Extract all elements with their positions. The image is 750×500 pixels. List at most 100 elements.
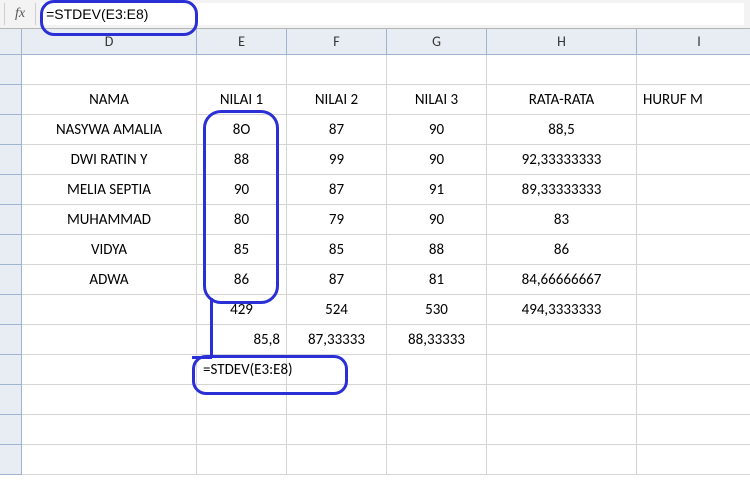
col-header-I[interactable]: I	[637, 29, 750, 55]
cell[interactable]	[197, 55, 287, 85]
row-header[interactable]	[0, 55, 22, 85]
cell-nama[interactable]: MUHAMMAD	[22, 205, 197, 235]
cell-nilai3[interactable]: 91	[387, 175, 487, 205]
col-header-E[interactable]: E	[197, 29, 287, 55]
cell[interactable]	[287, 445, 387, 475]
cell[interactable]	[637, 235, 750, 265]
cell-nilai2[interactable]: 87	[287, 175, 387, 205]
cell-sum-g[interactable]: 530	[387, 295, 487, 325]
cell[interactable]	[387, 415, 487, 445]
cell-nama[interactable]: VIDYA	[22, 235, 197, 265]
col-header-F[interactable]: F	[287, 29, 387, 55]
cell[interactable]	[22, 295, 197, 325]
cell[interactable]	[637, 175, 750, 205]
cell-nilai3[interactable]: 90	[387, 145, 487, 175]
cell[interactable]	[637, 325, 750, 355]
cell[interactable]	[22, 55, 197, 85]
cell-nama[interactable]: NASYWA AMALIA	[22, 115, 197, 145]
cell-nilai3[interactable]: 90	[387, 115, 487, 145]
row-header[interactable]	[0, 205, 22, 235]
cell-nilai2[interactable]: 99	[287, 145, 387, 175]
header-huruf[interactable]: HURUF M	[637, 85, 750, 115]
spreadsheet-grid[interactable]: D E F G H I NAMA NILAI 1 NILAI 2 NILAI 3…	[0, 29, 750, 475]
row-header[interactable]	[0, 265, 22, 295]
cell-nilai1[interactable]: 85	[197, 235, 287, 265]
cell-nilai3[interactable]: 81	[387, 265, 487, 295]
cell-rata[interactable]: 92,33333333	[487, 145, 637, 175]
row-header[interactable]	[0, 355, 22, 385]
col-header-H[interactable]: H	[487, 29, 637, 55]
cell[interactable]	[487, 325, 637, 355]
row-header[interactable]	[0, 385, 22, 415]
cell-nama[interactable]: ADWA	[22, 265, 197, 295]
row-header[interactable]	[0, 325, 22, 355]
cell[interactable]	[637, 115, 750, 145]
cell-nilai3[interactable]: 90	[387, 205, 487, 235]
cell[interactable]	[637, 355, 750, 385]
cell-sum-e[interactable]: 429	[197, 295, 287, 325]
cell-avg-f[interactable]: 87,33333	[287, 325, 387, 355]
cell-nilai3[interactable]: 88	[387, 235, 487, 265]
fx-icon[interactable]: fx	[9, 6, 31, 22]
cell[interactable]	[487, 55, 637, 85]
cell[interactable]	[387, 385, 487, 415]
header-nilai1[interactable]: NILAI 1	[197, 85, 287, 115]
cell-rata[interactable]: 86	[487, 235, 637, 265]
cell-stdev-formula[interactable]: =STDEV(E3:E8)	[197, 355, 287, 385]
cell[interactable]	[637, 55, 750, 85]
cell[interactable]	[22, 445, 197, 475]
cell-nilai1[interactable]: 8O	[197, 115, 287, 145]
cell[interactable]	[22, 355, 197, 385]
cell[interactable]	[487, 445, 637, 475]
cell-rata[interactable]: 84,66666667	[487, 265, 637, 295]
row-header[interactable]	[0, 295, 22, 325]
cell-nilai2[interactable]: 85	[287, 235, 387, 265]
cell-nama[interactable]: DWI RATIN Y	[22, 145, 197, 175]
formula-input[interactable]	[40, 3, 744, 25]
row-header[interactable]	[0, 175, 22, 205]
cell[interactable]	[487, 415, 637, 445]
cell-rata[interactable]: 83	[487, 205, 637, 235]
cell[interactable]	[287, 55, 387, 85]
row-header[interactable]	[0, 145, 22, 175]
row-header[interactable]	[0, 85, 22, 115]
cell-nilai1[interactable]: 80	[197, 205, 287, 235]
cell[interactable]	[637, 445, 750, 475]
cell-nama[interactable]: MELIA SEPTIA	[22, 175, 197, 205]
cell-sum-f[interactable]: 524	[287, 295, 387, 325]
header-rata[interactable]: RATA-RATA	[487, 85, 637, 115]
cell[interactable]	[197, 385, 287, 415]
cell[interactable]	[197, 415, 287, 445]
col-header-G[interactable]: G	[387, 29, 487, 55]
cell-rata[interactable]: 89,33333333	[487, 175, 637, 205]
header-nama[interactable]: NAMA	[22, 85, 197, 115]
cell-sum-h[interactable]: 494,3333333	[487, 295, 637, 325]
cell[interactable]	[637, 415, 750, 445]
row-header[interactable]	[0, 445, 22, 475]
cell[interactable]	[637, 295, 750, 325]
cell-nilai1[interactable]: 90	[197, 175, 287, 205]
cell[interactable]	[487, 385, 637, 415]
row-header[interactable]	[0, 115, 22, 145]
cell[interactable]	[487, 355, 637, 385]
cell-rata[interactable]: 88,5	[487, 115, 637, 145]
cell-nilai2[interactable]: 87	[287, 265, 387, 295]
cell-nilai2[interactable]: 79	[287, 205, 387, 235]
select-all-corner[interactable]	[0, 29, 22, 55]
cell-nilai1[interactable]: 86	[197, 265, 287, 295]
cell[interactable]	[637, 145, 750, 175]
cell[interactable]	[387, 445, 487, 475]
cell[interactable]	[637, 385, 750, 415]
row-header[interactable]	[0, 235, 22, 265]
row-header[interactable]	[0, 415, 22, 445]
cell[interactable]	[197, 445, 287, 475]
cell[interactable]	[287, 385, 387, 415]
cell-avg-g[interactable]: 88,33333	[387, 325, 487, 355]
col-header-D[interactable]: D	[22, 29, 197, 55]
cell[interactable]	[287, 355, 387, 385]
cell[interactable]	[387, 355, 487, 385]
header-nilai2[interactable]: NILAI 2	[287, 85, 387, 115]
cell[interactable]	[22, 325, 197, 355]
cell-avg-e[interactable]: 85,8	[197, 325, 287, 355]
cell[interactable]	[22, 415, 197, 445]
